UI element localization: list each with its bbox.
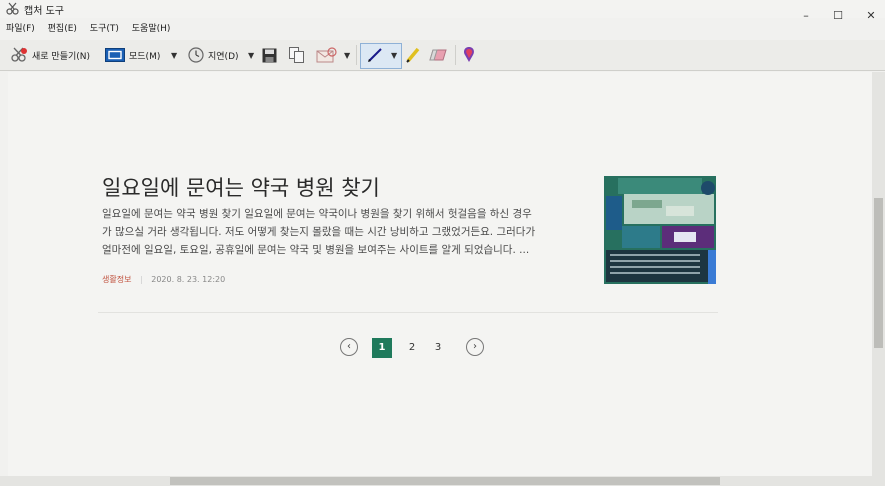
save-icon bbox=[262, 48, 277, 62]
close-button[interactable]: ✕ bbox=[860, 8, 882, 24]
save-button[interactable] bbox=[262, 46, 277, 64]
pagination-prev[interactable]: ‹ bbox=[340, 338, 358, 358]
send-snip-button[interactable] bbox=[315, 46, 337, 64]
pagination-page-3[interactable]: 3 bbox=[431, 338, 445, 358]
menu-file[interactable]: 파일(F) bbox=[6, 24, 35, 34]
chevron-down-icon: ▼ bbox=[391, 50, 398, 60]
page-number: 3 bbox=[434, 342, 442, 353]
post-date: 2020. 8. 23. 12:20 bbox=[151, 275, 226, 284]
thumbnail-image bbox=[604, 176, 716, 284]
toolbar-separator bbox=[356, 45, 357, 65]
send-dropdown[interactable]: ▼ bbox=[344, 46, 350, 64]
maximize-button[interactable]: ☐ bbox=[827, 8, 849, 24]
new-snip-icon bbox=[11, 47, 27, 62]
delay-dropdown[interactable]: ▼ bbox=[248, 46, 254, 64]
mode-label: 모드(M) bbox=[129, 51, 161, 62]
pen-dropdown[interactable]: ▼ bbox=[391, 46, 397, 64]
pen-button[interactable] bbox=[366, 46, 384, 64]
post-title[interactable]: 일요일에 문여는 약국 병원 찾기 bbox=[102, 172, 380, 202]
chevron-left-icon: ‹ bbox=[340, 338, 358, 356]
window-title: 캡처 도구 bbox=[24, 6, 64, 17]
menu-tools[interactable]: 도구(T) bbox=[90, 24, 119, 34]
chevron-right-icon: › bbox=[466, 338, 484, 356]
delay-label: 지연(D) bbox=[208, 51, 239, 62]
highlighter-icon bbox=[406, 47, 420, 63]
paint3d-button[interactable] bbox=[462, 46, 476, 64]
post-thumbnail[interactable] bbox=[604, 176, 716, 284]
copy-button[interactable] bbox=[289, 46, 304, 64]
eraser-button[interactable] bbox=[428, 46, 448, 64]
minimize-button[interactable]: – bbox=[795, 8, 817, 24]
menu-edit[interactable]: 편집(E) bbox=[48, 24, 77, 34]
toolbar-separator bbox=[455, 45, 456, 65]
pagination-page-2[interactable]: 2 bbox=[405, 338, 419, 358]
chevron-down-icon: ▼ bbox=[248, 50, 255, 60]
toolbar: 새로 만들기(N) 모드(M) ▼ 지연(D) ▼ ▼ ▼ bbox=[0, 40, 885, 71]
highlighter-button[interactable] bbox=[405, 46, 421, 64]
post-meta: 생활정보 | 2020. 8. 23. 12:20 bbox=[102, 274, 225, 285]
clock-icon bbox=[188, 47, 204, 63]
menu-bar: 파일(F) 편집(E) 도구(T) 도움말(H) bbox=[6, 21, 180, 37]
post-category[interactable]: 생활정보 bbox=[102, 275, 131, 284]
excerpt-line: 얼마전에 일요일, 토요일, 공휴일에 문여는 약국 및 병원을 보여주는 사이… bbox=[102, 244, 530, 256]
scissors-icon bbox=[6, 2, 19, 15]
excerpt-line: 가 많으실 거라 생각됩니다. 저도 어떻게 찾는지 몰랐을 때는 시간 낭비하… bbox=[102, 226, 536, 238]
new-snip-button[interactable]: 새로 만들기(N) bbox=[10, 46, 90, 64]
chevron-down-icon: ▼ bbox=[171, 50, 178, 60]
eraser-icon bbox=[429, 49, 447, 61]
new-snip-label: 새로 만들기(N) bbox=[32, 51, 91, 62]
page-number-current: 1 bbox=[372, 338, 392, 358]
mode-dropdown[interactable]: ▼ bbox=[171, 46, 177, 64]
menu-help[interactable]: 도움말(H) bbox=[132, 24, 171, 34]
post-excerpt: 일요일에 문여는 약국 병원 찾기 일요일에 문여는 약국이나 병원을 찾기 위… bbox=[102, 205, 587, 259]
copy-icon bbox=[289, 47, 304, 63]
paint3d-icon bbox=[464, 47, 474, 62]
horizontal-scrollbar-thumb[interactable] bbox=[170, 477, 720, 485]
page-number: 2 bbox=[408, 342, 416, 353]
chevron-down-icon: ▼ bbox=[344, 50, 351, 60]
pagination-next[interactable]: › bbox=[466, 338, 484, 358]
send-mail-icon bbox=[316, 47, 337, 63]
pen-icon bbox=[368, 48, 382, 62]
snipping-tool-window: 캡처 도구 – ☐ ✕ 파일(F) 편집(E) 도구(T) 도움말(H) 새로 … bbox=[0, 0, 885, 486]
excerpt-line: 일요일에 문여는 약국 병원 찾기 일요일에 문여는 약국이나 병원을 찾기 위… bbox=[102, 208, 532, 220]
vertical-scrollbar-thumb[interactable] bbox=[874, 198, 883, 348]
post-divider bbox=[98, 312, 718, 313]
meta-separator: | bbox=[140, 275, 143, 284]
title-bar: 캡처 도구 bbox=[0, 0, 885, 18]
delay-button[interactable]: 지연(D) bbox=[188, 46, 239, 64]
mode-button[interactable]: 모드(M) bbox=[105, 46, 160, 64]
pagination-page-1[interactable]: 1 bbox=[372, 338, 392, 358]
rectangle-mode-icon bbox=[105, 48, 125, 62]
